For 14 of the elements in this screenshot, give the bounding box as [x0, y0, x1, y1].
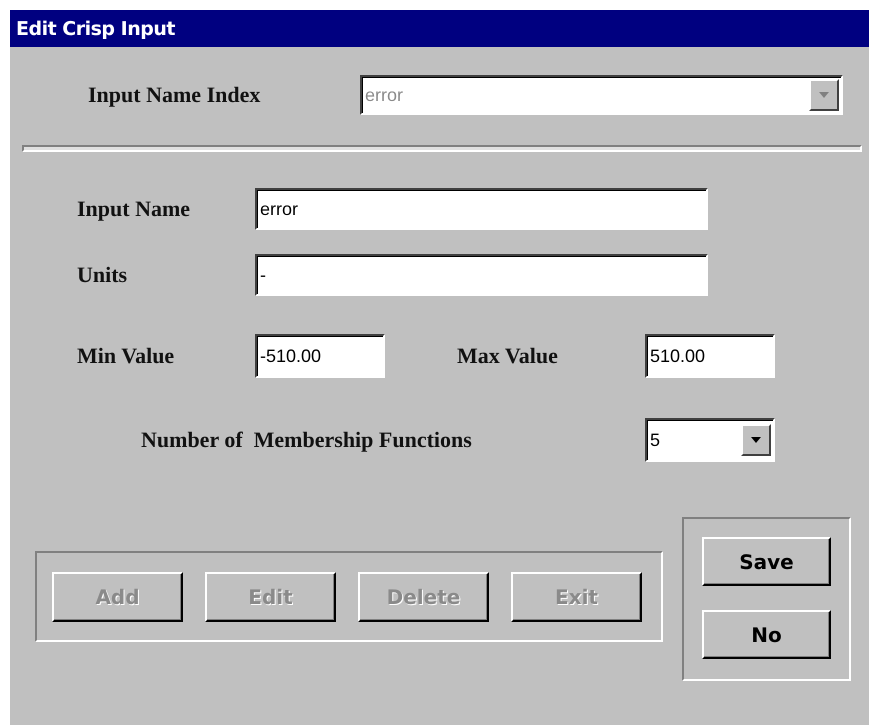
- field-label: Max Value: [457, 343, 559, 369]
- field-label: Min Value: [77, 343, 176, 369]
- window-title: Edit Crisp Input: [16, 18, 175, 40]
- field-label: Number of Membership Functions: [141, 427, 473, 453]
- action-button[interactable]: Save: [702, 537, 831, 586]
- field-label: Input Name: [77, 196, 192, 222]
- max-value-field[interactable]: 510.00: [645, 334, 775, 378]
- field-label: Units: [77, 262, 128, 288]
- units-field[interactable]: -: [255, 254, 708, 296]
- field-label: Input Name Index: [88, 82, 262, 108]
- input-name-field[interactable]: error: [255, 188, 708, 230]
- action-button[interactable]: No: [702, 610, 831, 659]
- membership-count-dropdown[interactable]: 5: [645, 418, 775, 462]
- min-value-field[interactable]: -510.00: [255, 334, 385, 378]
